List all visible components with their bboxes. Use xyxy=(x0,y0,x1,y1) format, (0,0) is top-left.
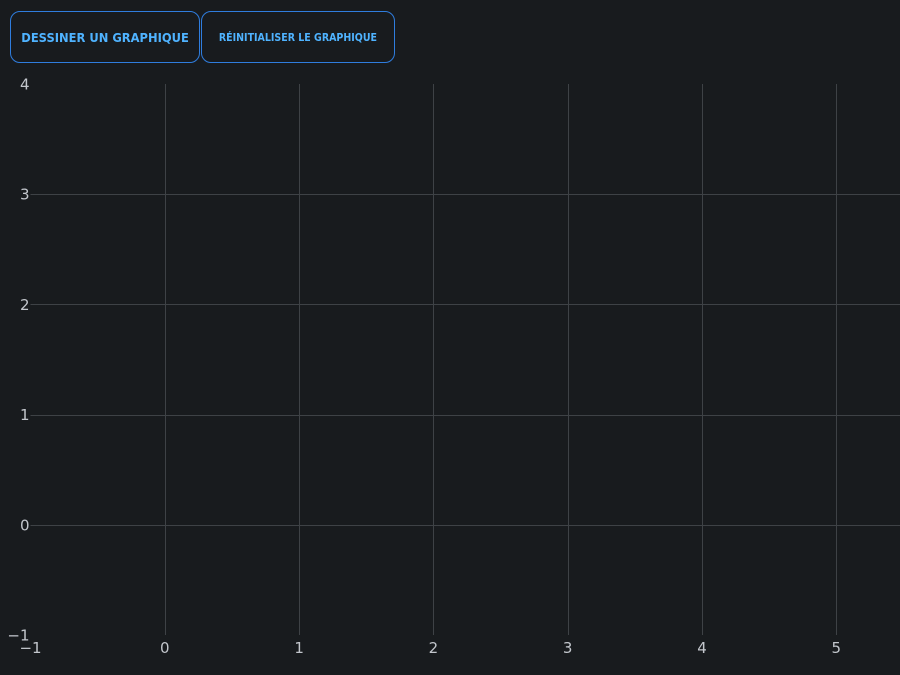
x-tick-label: 4 xyxy=(697,639,707,657)
x-tick-label: 5 xyxy=(832,639,842,657)
x-tick-label: 0 xyxy=(160,639,170,657)
y-tick-label: 0 xyxy=(20,516,30,534)
y-axis-ticks: −1 0 1 2 3 4 xyxy=(7,76,29,645)
y-tick-label: 4 xyxy=(20,76,30,94)
chart-plot[interactable]: −1 0 1 2 3 4 5 −1 0 1 2 3 4 xyxy=(0,0,900,675)
x-axis-ticks: −1 0 1 2 3 4 5 xyxy=(19,639,841,657)
x-tick-label: 2 xyxy=(429,639,439,657)
grid-lines xyxy=(30,84,900,635)
x-tick-label: 3 xyxy=(563,639,573,657)
y-tick-label: 2 xyxy=(20,296,30,314)
y-tick-label: −1 xyxy=(7,627,29,645)
x-tick-label: 1 xyxy=(294,639,304,657)
y-tick-label: 1 xyxy=(20,406,30,424)
y-tick-label: 3 xyxy=(20,186,30,204)
chart-area[interactable]: −1 0 1 2 3 4 5 −1 0 1 2 3 4 xyxy=(0,0,900,675)
